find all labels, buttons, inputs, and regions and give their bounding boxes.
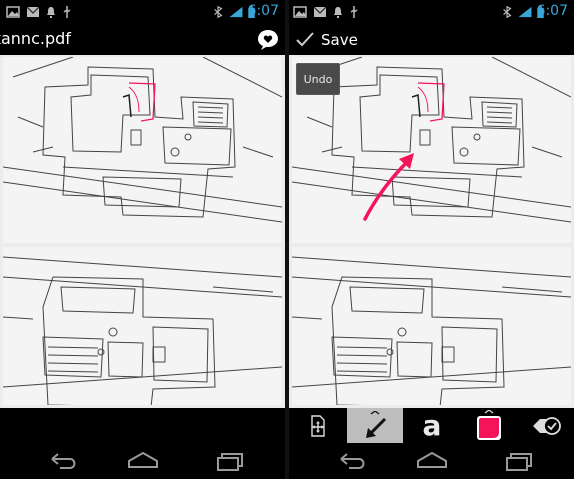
navigation-bar [289, 443, 574, 479]
right-screen: 6:07 Save Undo a [289, 0, 574, 479]
back-icon[interactable] [42, 449, 82, 473]
usb-icon [350, 6, 358, 18]
annotation-toolbar: a [289, 408, 574, 443]
pdf-page-1 [3, 57, 282, 243]
status-bar: 6:07 [289, 0, 574, 25]
speech-bubble-heart-icon[interactable] [256, 28, 280, 52]
back-icon[interactable] [331, 449, 371, 473]
bluetooth-icon [214, 6, 223, 18]
document-viewer[interactable] [0, 55, 285, 408]
notification-icon [334, 7, 342, 18]
undo-button[interactable]: Undo [296, 63, 340, 95]
home-icon[interactable] [412, 449, 452, 473]
bluetooth-icon [503, 6, 512, 18]
clock: 6:07 [247, 3, 279, 19]
notification-icon [47, 7, 55, 18]
recents-icon[interactable] [497, 449, 537, 473]
image-icon [6, 6, 20, 18]
recents-icon[interactable] [208, 449, 248, 473]
text-tool-label: a [422, 408, 442, 442]
text-tool-button[interactable]: a [415, 408, 449, 443]
save-label: Save [321, 31, 358, 49]
left-screen: 6:07 kannc.pdf [0, 0, 285, 479]
status-bar: 6:07 [0, 0, 285, 25]
floor-plan-drawing [3, 57, 282, 223]
move-arrows-icon [311, 414, 325, 437]
arrow-annotation[interactable] [289, 55, 574, 408]
pdf-page-2 [3, 247, 282, 405]
action-bar: kannc.pdf [0, 25, 285, 55]
color-tool-button[interactable] [471, 408, 507, 443]
arrow-icon [366, 410, 387, 438]
home-icon[interactable] [123, 449, 163, 473]
floor-plan-drawing [3, 256, 282, 405]
document-title: kannc.pdf [0, 29, 71, 48]
clock: 6:07 [536, 3, 568, 19]
signal-icon [518, 6, 532, 18]
image-icon [293, 6, 307, 18]
move-tool-button[interactable] [301, 408, 335, 443]
eraser-check-icon [533, 416, 561, 435]
done-tool-button[interactable] [527, 408, 567, 443]
signal-icon [229, 6, 243, 18]
document-viewer[interactable]: Undo [289, 55, 574, 408]
checkmark-icon [296, 32, 314, 47]
arrow-tool-button[interactable] [347, 408, 403, 443]
action-bar: Save [289, 25, 574, 55]
mail-icon [313, 6, 327, 17]
save-button[interactable]: Save [295, 27, 358, 53]
color-swatch-icon [477, 409, 501, 440]
usb-icon [63, 6, 71, 18]
navigation-bar [0, 443, 285, 479]
mail-icon [26, 6, 40, 17]
